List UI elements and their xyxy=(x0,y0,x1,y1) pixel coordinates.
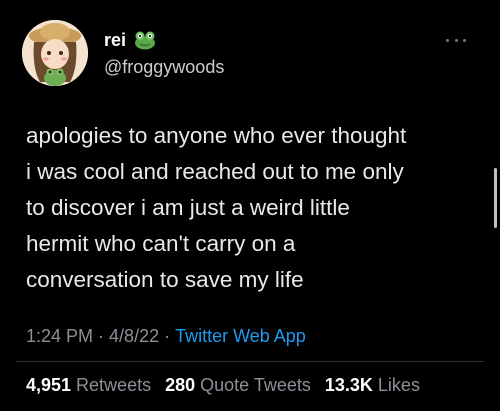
author-name-row[interactable]: rei xyxy=(104,29,156,51)
likes-count: 13.3K xyxy=(324,375,373,395)
frog-emoji-icon xyxy=(134,30,156,50)
likes-stat[interactable]: 13.3K Likes xyxy=(325,373,420,397)
meta-separator: · xyxy=(98,326,105,346)
scrollbar-thumb[interactable] xyxy=(494,168,497,228)
quote-tweets-count: 280 xyxy=(165,375,196,395)
tweet-meta: 1:24 PM · 4/8/22 · Twitter Web App xyxy=(26,324,306,348)
tweet-text: apologies to anyone who ever thought i w… xyxy=(26,123,407,292)
avatar[interactable] xyxy=(22,20,88,86)
retweets-label: Retweets xyxy=(76,375,152,395)
user-handle[interactable]: @froggywoods xyxy=(104,56,224,78)
divider xyxy=(16,361,484,362)
likes-label: Likes xyxy=(377,375,420,395)
tweet-time[interactable]: 1:24 PM xyxy=(26,324,93,348)
retweets-stat[interactable]: 4,951 Retweets xyxy=(26,373,151,397)
tweet-date[interactable]: 4/8/22 xyxy=(109,324,159,348)
tweet-card: rei @froggywoods apologies to anyone who… xyxy=(0,0,500,411)
meta-separator: · xyxy=(164,326,171,346)
quote-tweets-label: Quote Tweets xyxy=(200,375,311,395)
frog-girl-avatar-icon xyxy=(22,20,88,86)
more-options-icon[interactable] xyxy=(446,36,466,44)
tweet-source[interactable]: Twitter Web App xyxy=(175,324,306,348)
engagement-stats: 4,951 Retweets 280 Quote Tweets 13.3K Likes xyxy=(26,373,434,397)
quote-tweets-stat[interactable]: 280 Quote Tweets xyxy=(165,373,311,397)
retweets-count: 4,951 xyxy=(26,375,72,395)
display-name[interactable]: rei xyxy=(104,29,126,51)
